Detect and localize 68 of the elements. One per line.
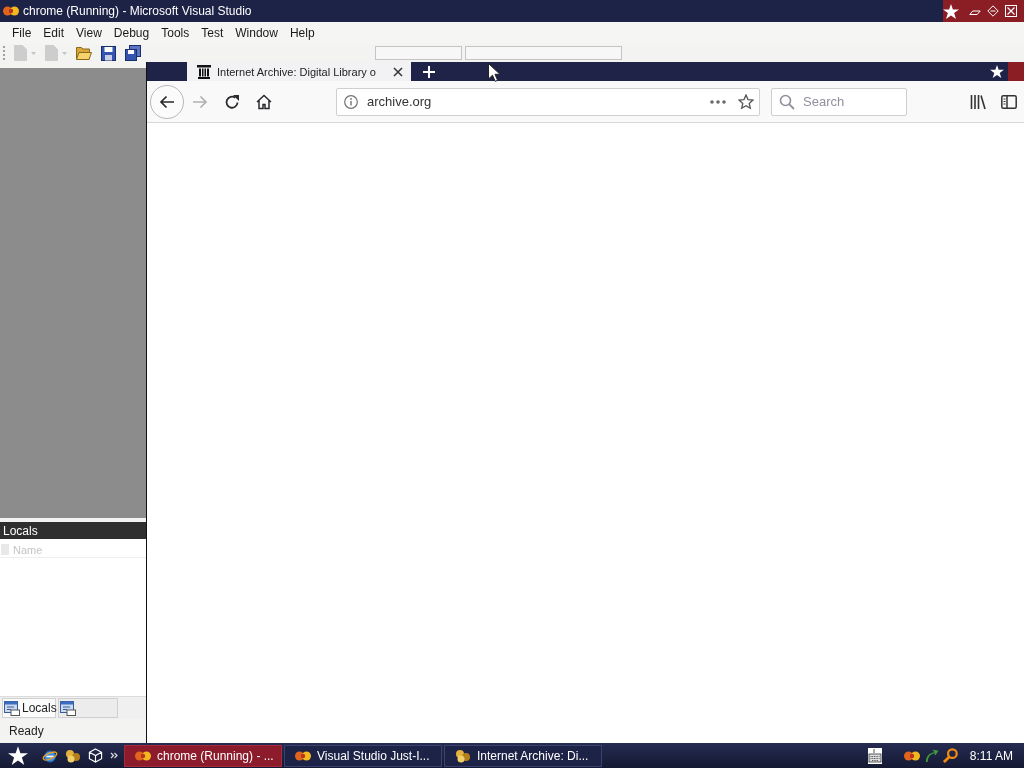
menu-item[interactable]: View [70, 23, 108, 43]
reload-icon [224, 93, 240, 110]
panel-tab[interactable]: Locals [2, 698, 56, 718]
panel-tab[interactable] [58, 698, 118, 718]
address-bar[interactable]: archive.org [336, 87, 760, 116]
panel-header: Locals [0, 522, 146, 539]
search-field[interactable]: Search [771, 87, 907, 116]
caret-icon [31, 51, 36, 55]
caret-icon [62, 51, 67, 55]
library-icon[interactable] [970, 93, 986, 110]
keyboard-icon[interactable] [867, 747, 882, 764]
back-arrow-icon [159, 93, 175, 110]
menu-item[interactable]: Debug [107, 23, 156, 43]
star-icon [8, 746, 28, 765]
chevron-icon[interactable] [110, 752, 118, 759]
tab-close-button[interactable] [392, 65, 404, 78]
window-icon [4, 700, 20, 716]
menu-item[interactable]: Edit [37, 23, 71, 43]
coins-icon [455, 748, 471, 763]
save-all-button[interactable] [125, 45, 141, 61]
status-text: Ready [9, 724, 44, 738]
star-outline-icon[interactable] [738, 93, 754, 110]
home-icon [256, 93, 272, 110]
close-button[interactable] [1002, 2, 1020, 20]
info-icon[interactable] [344, 94, 358, 109]
taskbar-button[interactable]: Visual Studio Just-I... [284, 744, 442, 767]
menu-item[interactable]: Tools [155, 23, 196, 43]
taskbar-button[interactable]: Internet Archive: Di... [444, 744, 602, 767]
window-title: chrome (Running) - Microsoft Visual Studio [23, 4, 252, 18]
rings-logo-icon [135, 749, 151, 762]
menu-item[interactable]: File [6, 23, 38, 43]
browser-tab[interactable]: Internet Archive: Digital Library o [187, 62, 411, 81]
menu-item[interactable]: Test [195, 23, 230, 43]
close-icon [1005, 5, 1017, 17]
rings-logo-icon [3, 5, 19, 17]
maximize-button[interactable] [984, 2, 1002, 20]
clock: 8:11 AM [969, 748, 1013, 763]
rings-logo-icon [295, 749, 311, 762]
dropdown-field[interactable] [465, 46, 622, 60]
coins-icon[interactable] [65, 748, 81, 763]
menu-item[interactable]: Window [229, 23, 284, 43]
dropdown-field[interactable] [375, 46, 462, 60]
more-icon[interactable] [710, 99, 726, 104]
document-plus-icon [45, 45, 58, 61]
forward-arrow-icon [192, 93, 208, 110]
curved-arrow-icon[interactable] [923, 748, 939, 763]
document-icon [14, 45, 27, 61]
cube-icon[interactable] [88, 748, 103, 763]
rings-logo-icon[interactable] [903, 749, 920, 762]
star-icon [990, 65, 1004, 78]
close-icon [393, 66, 403, 77]
column-header: Name [0, 542, 146, 558]
columns-building-icon [197, 64, 211, 79]
plus-icon [423, 65, 435, 78]
save-button[interactable] [101, 45, 116, 61]
menu-item[interactable]: Help [283, 23, 321, 43]
folder-icon [76, 46, 92, 60]
maximize-icon [987, 5, 999, 17]
back-button[interactable] [150, 84, 184, 119]
search-icon[interactable] [942, 748, 958, 763]
globe-ring-icon[interactable] [42, 747, 58, 764]
star-icon [943, 3, 959, 19]
sidebar-icon[interactable] [1001, 93, 1017, 110]
taskbar-button[interactable]: chrome (Running) - ... [124, 744, 282, 767]
window-icon [60, 700, 76, 716]
open-button[interactable] [76, 45, 92, 61]
title-bar-panel [1008, 62, 1024, 81]
search-icon [779, 93, 795, 110]
